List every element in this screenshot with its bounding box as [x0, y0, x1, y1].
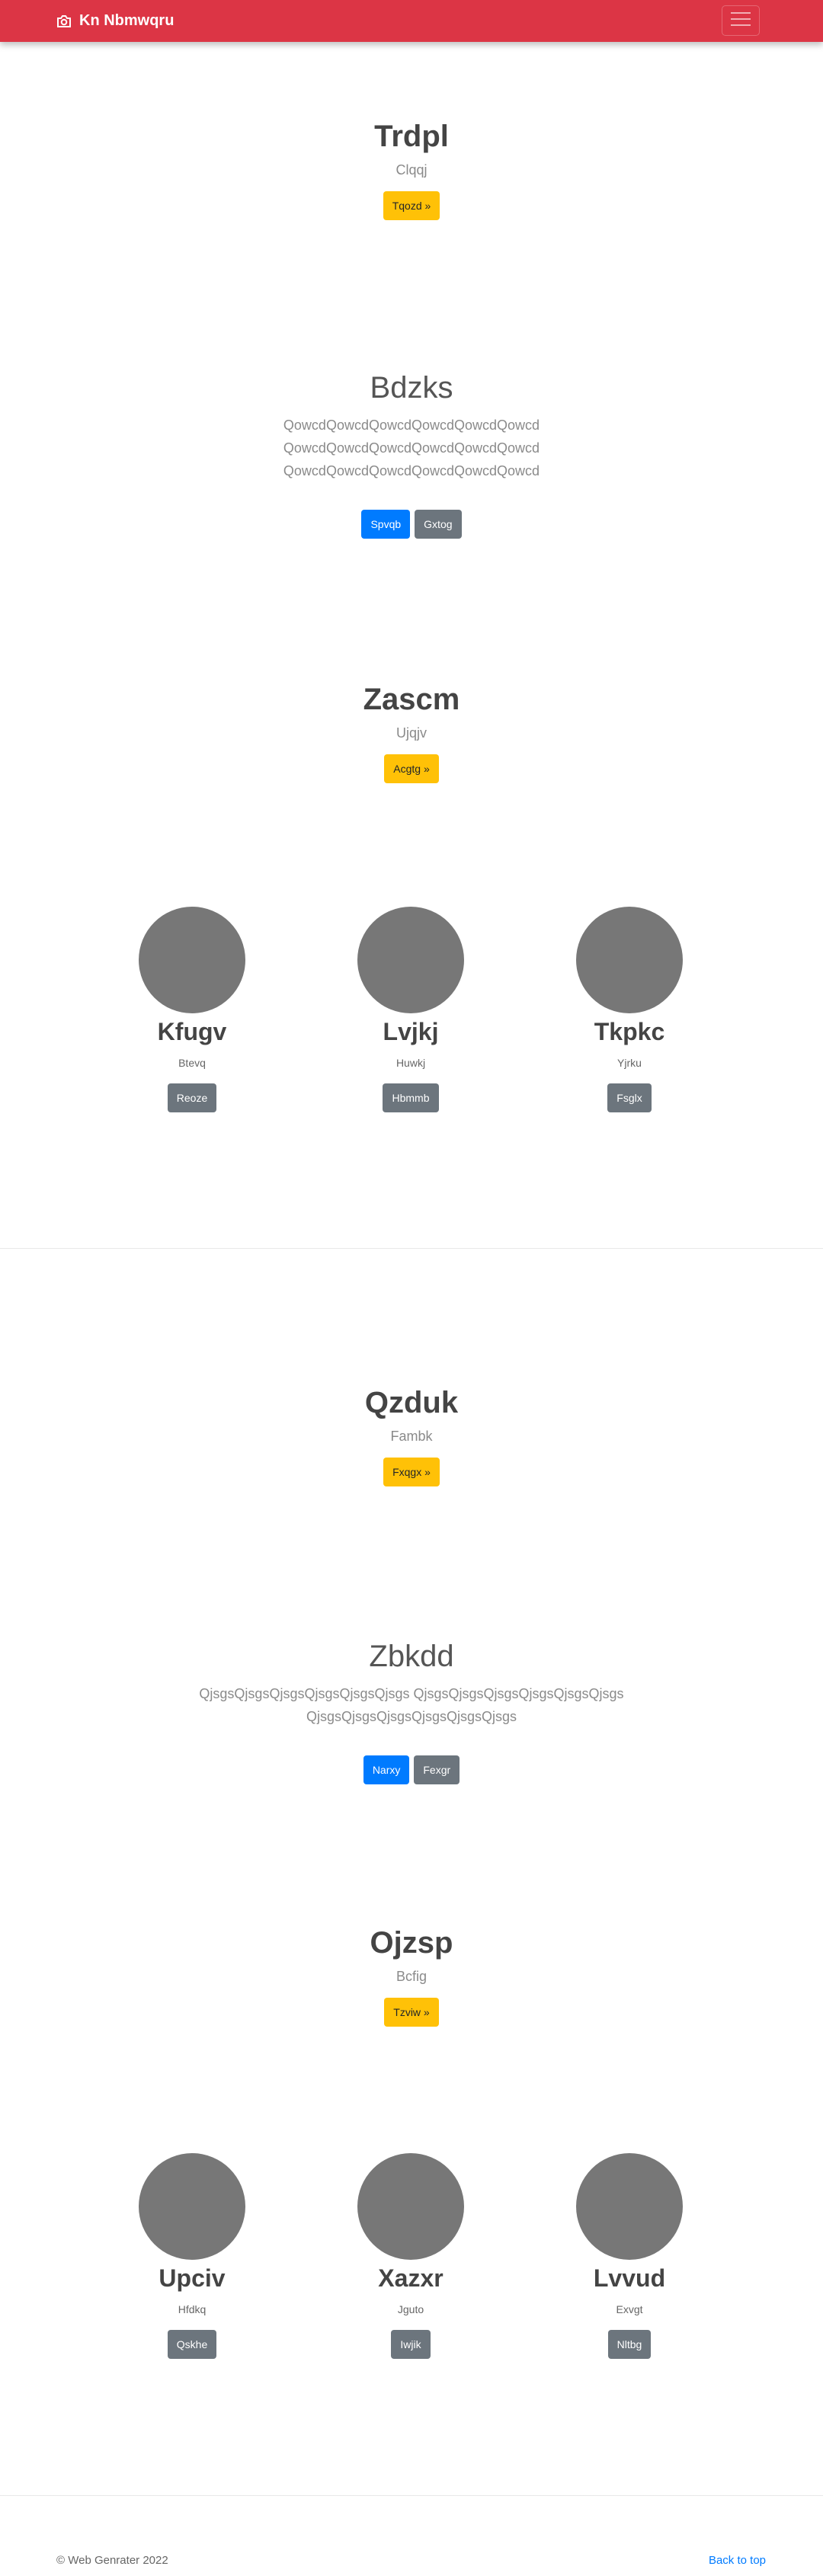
card-title: Lvjkj: [383, 1018, 439, 1045]
card-subtitle: Jguto: [397, 2303, 424, 2315]
hero-subtitle: Clqqj: [395, 162, 428, 178]
hero-cta-button[interactable]: Fxqgx »: [383, 1458, 440, 1486]
card-subtitle: Huwkj: [395, 1057, 426, 1069]
jumbotron-text: QowcdQowcdQowcdQowcdQowcdQowcd QowcdQowc…: [283, 418, 540, 478]
card-title: Xazxr: [378, 2264, 444, 2292]
avatar-placeholder: [576, 2153, 683, 2260]
feature-card: Lvvud Exvgt Nltbg: [553, 2153, 706, 2359]
footer-copyright: © Web Genrater 2022: [56, 2554, 168, 2567]
card-subtitle: Exvgt: [616, 2303, 643, 2315]
card-title: Lvvud: [593, 2264, 666, 2292]
card-button[interactable]: Nltbg: [607, 2330, 652, 2359]
hero-subtitle: Fambk: [390, 1429, 433, 1444]
hero-cta-button[interactable]: Tzviw »: [384, 1998, 439, 2027]
avatar-placeholder: [139, 907, 245, 1013]
card-button[interactable]: Reoze: [167, 1083, 217, 1112]
secondary-button[interactable]: Gxtog: [415, 510, 462, 539]
hero-cta-button[interactable]: Tqozd »: [383, 191, 440, 220]
avatar-placeholder: [357, 2153, 464, 2260]
hero-section-2: Zascm Ujqjv Acgtg »: [0, 681, 823, 783]
card-subtitle: Btevq: [178, 1057, 206, 1069]
feature-card: Upciv Hfdkq Qskhe: [116, 2153, 268, 2359]
card-button[interactable]: Iwjik: [391, 2330, 431, 2359]
card-button[interactable]: Fsglx: [607, 1083, 652, 1112]
hero-subtitle: Ujqjv: [395, 725, 427, 741]
hero-section-1: Trdpl Clqqj Tqozd »: [0, 118, 823, 220]
card-subtitle: Hfdkq: [178, 2303, 207, 2315]
card-title: Tkpkc: [594, 1018, 665, 1045]
back-to-top-link[interactable]: Back to top: [709, 2554, 766, 2567]
section-divider: [0, 2495, 823, 2496]
avatar-placeholder: [139, 2153, 245, 2260]
card-button[interactable]: Hbmmb: [383, 1083, 439, 1112]
card-button[interactable]: Qskhe: [167, 2330, 217, 2359]
jumbotron-section-1: Bdzks QowcdQowcdQowcdQowcdQowcdQowcd Qow…: [0, 370, 823, 539]
card-title: Kfugv: [157, 1018, 227, 1045]
footer: © Web Genrater 2022 Back to top: [0, 2552, 823, 2575]
hero-section-4: Ojzsp Bcfig Tzviw »: [0, 1925, 823, 2027]
section-divider: [0, 1248, 823, 1249]
hero-title: Ojzsp: [370, 1926, 453, 1960]
navbar: Kn Nbmwqru: [0, 0, 823, 42]
primary-button[interactable]: Narxy: [363, 1755, 410, 1784]
jumbotron-text: QjsgsQjsgsQjsgsQjsgsQjsgsQjsgs QjsgsQjsg…: [199, 1686, 624, 1724]
brand-name: Kn Nbmwqru: [79, 12, 175, 29]
feature-card: Tkpkc Yjrku Fsglx: [553, 907, 706, 1112]
feature-card: Lvjkj Huwkj Hbmmb: [335, 907, 487, 1112]
secondary-button[interactable]: Fexgr: [414, 1755, 460, 1784]
brand-link[interactable]: Kn Nbmwqru: [56, 0, 174, 42]
hero-cta-button[interactable]: Acgtg »: [384, 754, 439, 783]
avatar-placeholder: [576, 907, 683, 1013]
primary-button[interactable]: Spvqb: [361, 510, 411, 539]
feature-card: Kfugv Btevq Reoze: [116, 907, 268, 1112]
jumbotron-title: Zbkdd: [369, 1640, 454, 1673]
avatar-placeholder: [357, 907, 464, 1013]
hero-title: Qzduk: [364, 1386, 459, 1419]
card-subtitle: Yjrku: [617, 1057, 642, 1069]
card-title: Upciv: [159, 2264, 226, 2292]
jumbotron-section-2: Zbkdd QjsgsQjsgsQjsgsQjsgsQjsgsQjsgs Qjs…: [0, 1638, 823, 1784]
feature-card: Xazxr Jguto Iwjik: [335, 2153, 487, 2359]
hero-title: Trdpl: [374, 120, 449, 153]
hero-title: Zascm: [363, 683, 460, 716]
hamburger-menu-icon: [730, 11, 751, 31]
jumbotron-title: Bdzks: [370, 371, 453, 405]
hero-section-3: Qzduk Fambk Fxqgx »: [0, 1384, 823, 1486]
navbar-toggler-button[interactable]: [722, 5, 760, 36]
camera-icon: [56, 14, 72, 28]
hero-subtitle: Bcfig: [395, 1969, 428, 1984]
